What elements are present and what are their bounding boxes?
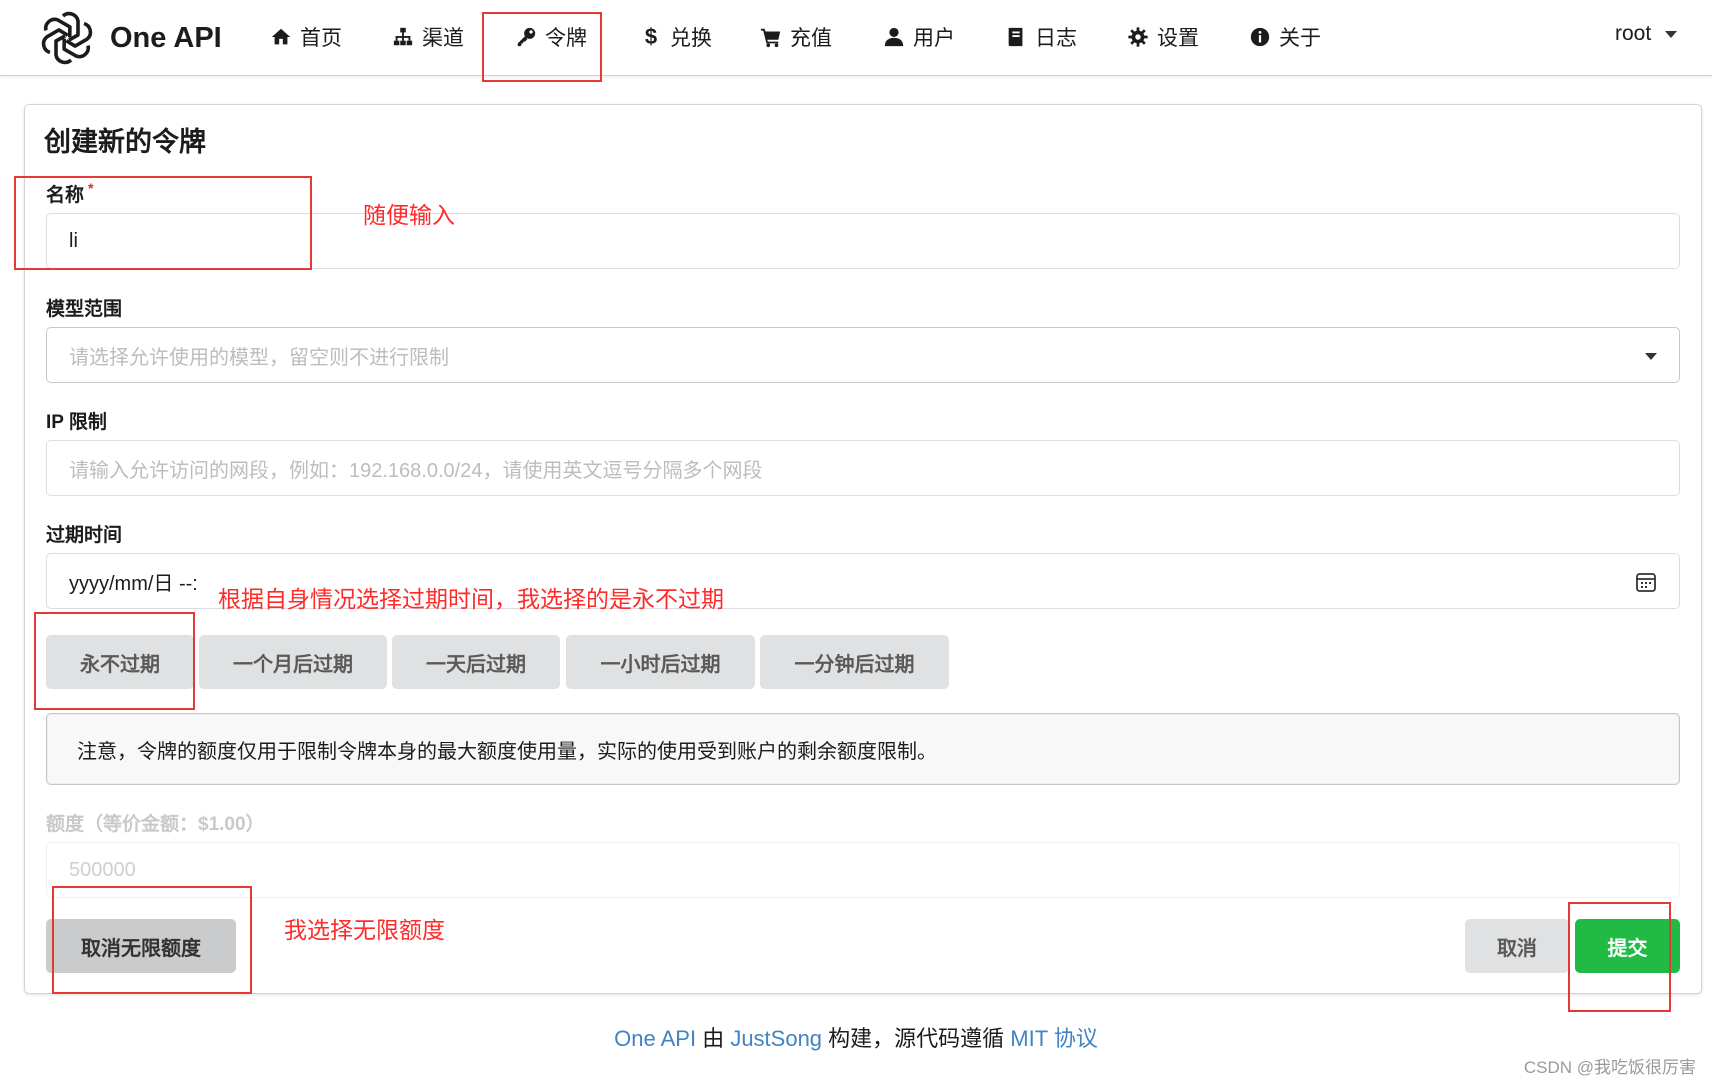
quota-value: 500000 [69,858,136,881]
calendar-icon[interactable] [1635,571,1657,593]
nav-item-label: 首页 [300,27,342,50]
annotation-box-name [14,176,312,270]
models-placeholder: 请选择允许使用的模型，留空则不进行限制 [69,346,449,369]
gear-icon [1127,26,1149,48]
nav-item-about[interactable]: 关于 [1249,18,1321,56]
nav-item-topup[interactable]: 充值 [760,18,832,56]
expire-month-button[interactable]: 一个月后过期 [199,635,387,689]
quota-input: 500000 [46,842,1680,898]
nav-item-label: 关于 [1279,27,1321,50]
ip-placeholder: 请输入允许访问的网段，例如：192.168.0.0/24，请使用英文逗号分隔多个… [69,459,763,482]
nav-item-label: 设置 [1157,27,1199,50]
nav-item-home[interactable]: 首页 [270,18,342,56]
footer-license-link[interactable]: MIT 协议 [1010,1026,1098,1051]
ip-input[interactable]: 请输入允许访问的网段，例如：192.168.0.0/24，请使用英文逗号分隔多个… [46,440,1680,496]
nav-item-log[interactable]: 日志 [1005,18,1077,56]
top-navbar: One API 首页 渠道 令牌 $ 兑换 充值 用户 日志 设置 关于 roo… [0,0,1712,76]
home-icon [270,26,292,48]
expire-day-button[interactable]: 一天后过期 [392,635,560,689]
annotation-box-never-expire [34,612,195,710]
expire-label: 过期时间 [46,525,123,546]
expire-minute-button[interactable]: 一分钟后过期 [760,635,949,689]
annotation-box-unlimited [52,886,252,994]
sitemap-icon [392,26,414,48]
footer: One API 由 JustSong 构建，源代码遵循 MIT 协议 [0,1021,1712,1053]
annotation-box-submit [1568,902,1671,1012]
openai-logo-icon [41,11,93,65]
expire-date-value: yyyy/mm/日 --: [69,572,198,595]
brand-name: One API [110,21,222,54]
nav-item-channel[interactable]: 渠道 [392,18,464,56]
notice-text: 注意，令牌的额度仅用于限制令牌本身的最大额度使用量，实际的使用受到账户的剩余额度… [77,740,937,763]
info-icon [1249,26,1271,48]
nav-item-redeem[interactable]: $ 兑换 [640,18,712,56]
annotation-expire-hint: 根据自身情况选择过期时间，我选择的是永不过期 [218,586,724,612]
nav-item-label: 日志 [1035,27,1077,50]
footer-built-text: 构建，源代码遵循 [822,1026,1011,1051]
footer-author-link[interactable]: JustSong [730,1026,822,1051]
nav-item-label: 兑换 [670,27,712,50]
models-label: 模型范围 [46,299,123,320]
book-icon [1005,26,1027,48]
nav-item-user[interactable]: 用户 [883,18,955,56]
cancel-button[interactable]: 取消 [1465,919,1569,973]
annotation-box-token-nav [482,12,602,82]
user-icon [883,26,905,48]
footer-project-link[interactable]: One API [614,1026,696,1051]
nav-item-setting[interactable]: 设置 [1127,18,1199,56]
nav-item-label: 充值 [790,27,832,50]
footer-by-text: 由 [696,1026,731,1051]
brand[interactable]: One API [40,8,222,68]
annotation-quota-hint: 我选择无限额度 [284,917,445,943]
dollar-icon: $ [644,24,658,49]
page-title: 创建新的令牌 [44,127,206,157]
watermark: CSDN @我吃饭很厉害 [1523,1058,1696,1077]
user-menu[interactable]: root [1615,22,1678,46]
nav-item-label: 渠道 [422,27,464,50]
cart-icon [760,26,782,48]
ip-label: IP 限制 [46,412,107,433]
nav-item-label: 用户 [913,27,955,50]
models-select[interactable]: 请选择允许使用的模型，留空则不进行限制 [46,327,1680,383]
quota-label: 额度（等价金额：$1.00） [46,814,265,835]
chevron-down-icon [1645,353,1657,360]
chevron-down-icon [1665,30,1678,38]
expire-hour-button[interactable]: 一小时后过期 [566,635,755,689]
quota-notice: 注意，令牌的额度仅用于限制令牌本身的最大额度使用量，实际的使用受到账户的剩余额度… [46,713,1680,785]
user-name: root [1615,22,1652,45]
annotation-name-hint: 随便输入 [363,202,455,228]
